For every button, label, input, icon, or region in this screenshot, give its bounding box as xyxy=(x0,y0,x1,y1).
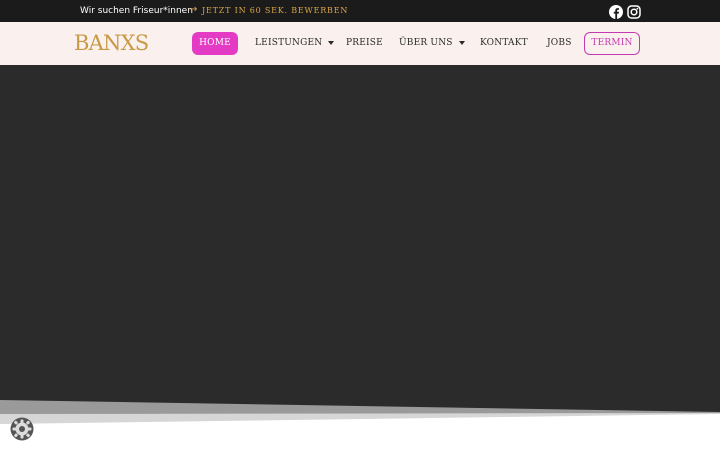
facebook-icon[interactable] xyxy=(609,4,623,19)
termin-button[interactable]: TERMIN xyxy=(584,32,640,55)
arrow-right-icon: → xyxy=(189,4,198,15)
logo[interactable]: BANXS xyxy=(74,31,149,55)
caret-down-icon xyxy=(328,40,335,45)
nav-ueber-uns-label: ÜBER UNS xyxy=(399,38,453,48)
nav-home[interactable]: HOME xyxy=(192,32,238,55)
caret-down-icon xyxy=(458,40,465,45)
hero-divider-shape xyxy=(0,400,720,430)
nav-leistungen-label: LEISTUNGEN xyxy=(255,38,323,48)
nav-jobs[interactable]: JOBS xyxy=(547,32,572,55)
nav-ueber-uns[interactable]: ÜBER UNS xyxy=(399,32,465,55)
nav-preise[interactable]: PREISE xyxy=(346,32,383,55)
site-header: BANXS HOME LEISTUNGEN PREISE ÜBER UNS KO… xyxy=(0,22,720,65)
top-bar: Wir suchen Friseur*innen → Jetzt in 60 S… xyxy=(0,0,720,22)
accessibility-gear-icon[interactable] xyxy=(10,417,34,441)
nav-kontakt[interactable]: KONTAKT xyxy=(480,32,528,55)
nav-leistungen[interactable]: LEISTUNGEN xyxy=(255,32,335,55)
instagram-icon[interactable] xyxy=(627,4,641,19)
hero-section xyxy=(0,65,720,430)
apply-link[interactable]: Jetzt in 60 Sek. bewerben xyxy=(202,5,348,17)
hiring-text: Wir suchen Friseur*innen xyxy=(80,6,193,16)
